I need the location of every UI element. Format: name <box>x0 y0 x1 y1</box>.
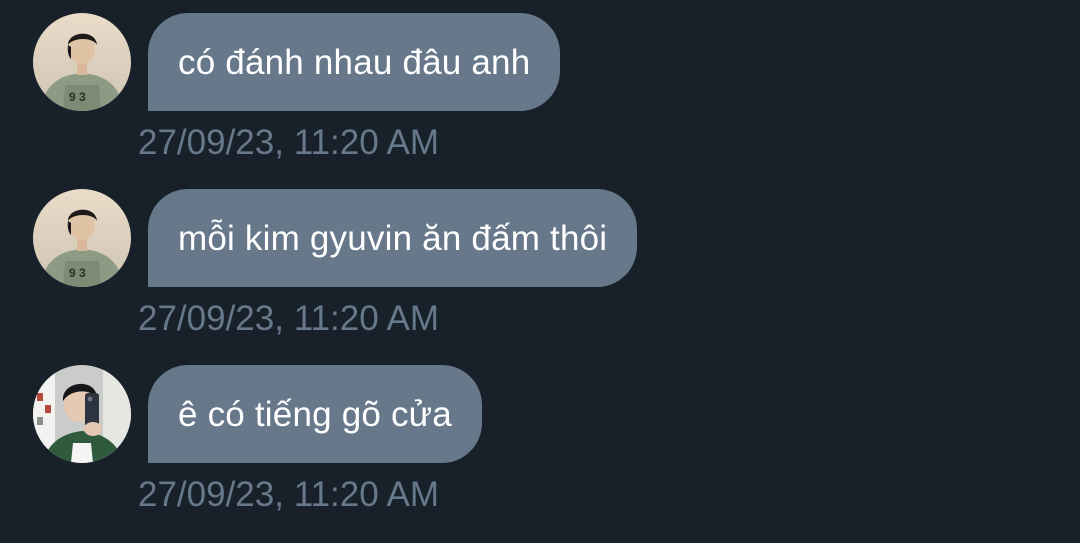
message-text: có đánh nhau đâu anh <box>178 42 531 82</box>
message-timestamp: 27/09/23, 11:20 AM <box>138 299 439 338</box>
message-bubble[interactable]: có đánh nhau đâu anh <box>148 13 561 111</box>
message-timestamp: 27/09/23, 11:20 AM <box>138 475 439 514</box>
user-avatar-1-icon: 9 3 <box>33 189 131 287</box>
message-bubble[interactable]: mỗi kim gyuvin ăn đấm thôi <box>148 189 638 287</box>
message-timestamp: 27/09/23, 11:20 AM <box>138 123 439 162</box>
message-item: 9 3 mỗi kim gyuvin ăn đấm thôi 27/09/23,… <box>0 189 1080 365</box>
user-avatar-2-icon <box>33 365 131 463</box>
avatar[interactable]: 9 3 <box>33 189 131 287</box>
user-avatar-1-icon: 9 3 <box>33 13 131 111</box>
message-text: ê có tiếng gõ cửa <box>178 394 452 434</box>
message-item: ê có tiếng gõ cửa 27/09/23, 11:20 AM <box>0 365 1080 541</box>
message-thread: 9 3 có đánh nhau đâu anh 27/09/23, 11:20… <box>0 0 1080 543</box>
avatar[interactable]: 9 3 <box>33 13 131 111</box>
message-text: mỗi kim gyuvin ăn đấm thôi <box>178 218 608 258</box>
svg-text:9 3: 9 3 <box>69 266 86 280</box>
svg-text:9 3: 9 3 <box>69 90 86 104</box>
message-bubble[interactable]: ê có tiếng gõ cửa <box>148 365 482 463</box>
avatar[interactable] <box>33 365 131 463</box>
message-item: 9 3 có đánh nhau đâu anh 27/09/23, 11:20… <box>0 13 1080 189</box>
